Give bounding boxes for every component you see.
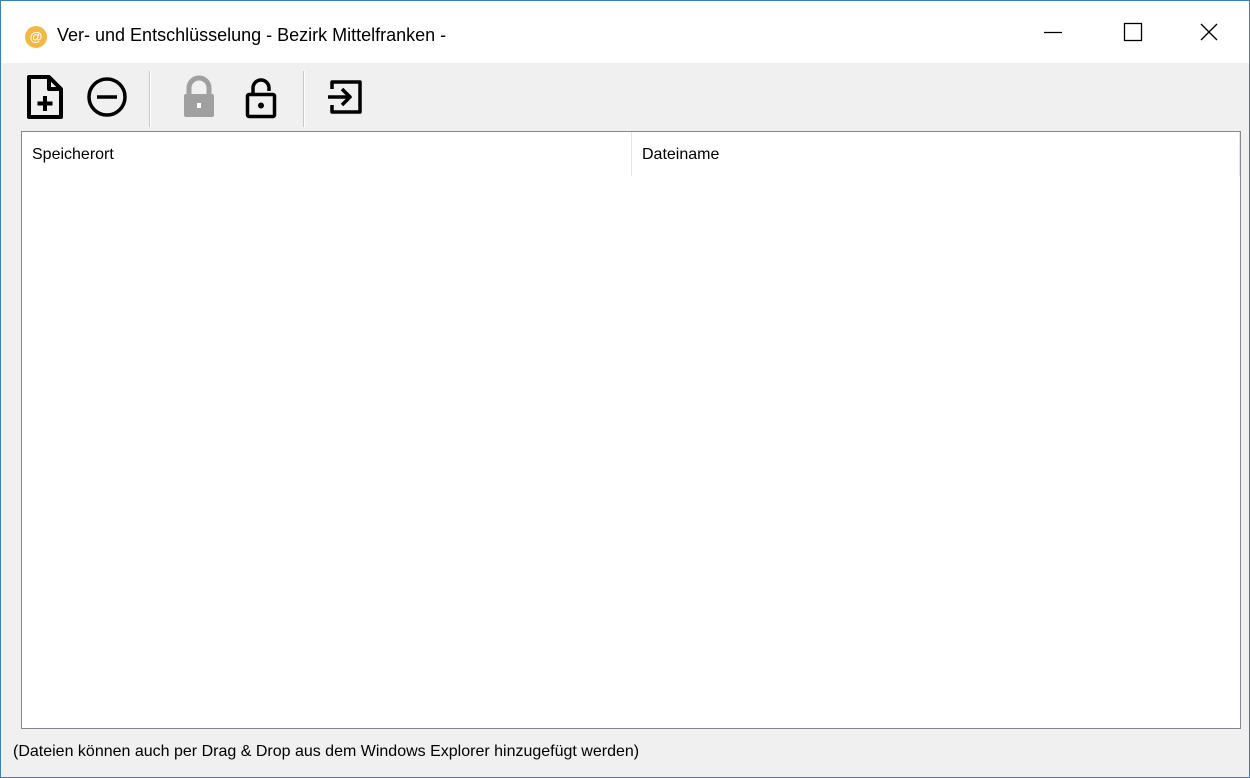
close-icon xyxy=(1200,23,1218,41)
toolbar-separator xyxy=(303,71,305,127)
minimize-button[interactable] xyxy=(1009,1,1097,63)
close-button[interactable] xyxy=(1169,1,1249,63)
file-list[interactable]: Speicherort Dateiname xyxy=(21,131,1241,729)
exit-button[interactable] xyxy=(319,71,371,123)
maximize-icon xyxy=(1123,22,1143,42)
lock-icon xyxy=(184,75,214,117)
add-file-button[interactable] xyxy=(19,71,71,123)
unlock-icon xyxy=(245,78,277,119)
title-bar[interactable]: @ Ver- und Entschlüsselung - Bezirk Mitt… xyxy=(1,1,1249,63)
exit-icon xyxy=(328,80,362,114)
at-sign-icon: @ xyxy=(25,26,47,48)
minimize-icon xyxy=(1044,31,1062,34)
encrypt-button[interactable] xyxy=(173,71,225,123)
app-window: @ Ver- und Entschlüsselung - Bezirk Mitt… xyxy=(0,0,1250,778)
decrypt-button[interactable] xyxy=(235,71,287,123)
column-header-speicherort[interactable]: Speicherort xyxy=(22,132,632,176)
toolbar-separator xyxy=(149,71,151,127)
maximize-button[interactable] xyxy=(1089,1,1177,63)
remove-button[interactable] xyxy=(81,71,133,123)
window-title: Ver- und Entschlüsselung - Bezirk Mittel… xyxy=(57,25,447,45)
toolbar xyxy=(1,63,1249,129)
remove-icon xyxy=(87,77,127,117)
column-header-dateiname[interactable]: Dateiname xyxy=(632,132,1240,176)
status-hint: (Dateien können auch per Drag & Drop aus… xyxy=(13,743,640,760)
add-file-icon xyxy=(27,75,63,119)
